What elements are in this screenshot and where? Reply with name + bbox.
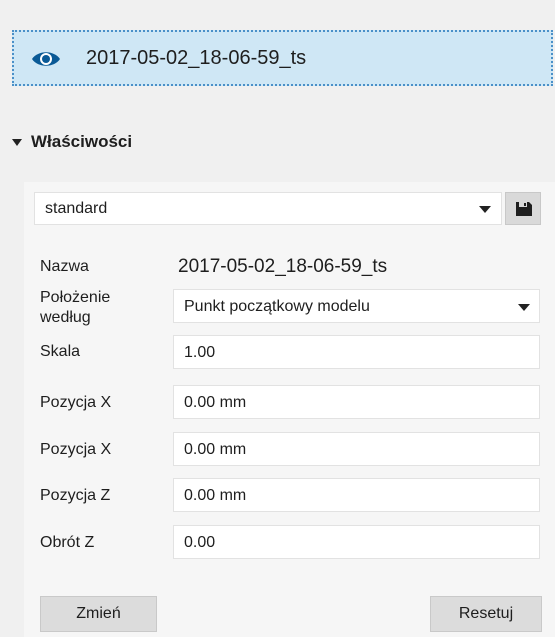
position-x-label: Pozycja X: [40, 394, 112, 411]
position-y-input[interactable]: 0.00 mm: [173, 432, 540, 466]
rotation-z-value: 0.00: [184, 534, 216, 551]
save-preset-button[interactable]: [505, 192, 541, 225]
save-icon: [516, 202, 532, 216]
position-by-label-line1: Położenie: [40, 289, 111, 306]
position-z-label: Pozycja Z: [40, 487, 111, 504]
position-by-dropdown[interactable]: Punkt początkowy modelu: [173, 289, 540, 323]
scale-label: Skala: [40, 343, 81, 360]
rotation-z-input[interactable]: 0.00: [173, 525, 540, 559]
section-title: Właściwości: [31, 132, 133, 151]
position-x-value: 0.00 mm: [184, 394, 247, 411]
preset-dropdown[interactable]: standard: [34, 192, 502, 225]
position-by-label-line2: według: [40, 309, 91, 326]
position-z-value: 0.00 mm: [184, 487, 247, 504]
rotation-z-label: Obrót Z: [40, 534, 95, 551]
position-y-value: 0.00 mm: [184, 441, 247, 458]
chevron-down-icon[interactable]: [518, 304, 530, 311]
position-x-input[interactable]: 0.00 mm: [173, 385, 540, 419]
caret-down-icon[interactable]: [12, 139, 22, 146]
name-value: 2017-05-02_18-06-59_ts: [178, 256, 388, 277]
name-label: Nazwa: [40, 258, 89, 275]
reset-button[interactable]: Resetuj: [430, 596, 542, 632]
object-name: 2017-05-02_18-06-59_ts: [86, 47, 307, 69]
top-bar: [0, 0, 555, 18]
position-y-label: Pozycja X: [40, 441, 112, 458]
chevron-down-icon[interactable]: [479, 206, 491, 213]
scale-input[interactable]: 1.00: [173, 335, 540, 369]
eye-icon[interactable]: [31, 49, 61, 69]
change-button[interactable]: Zmień: [40, 596, 157, 632]
preset-value: standard: [45, 200, 108, 217]
scale-value: 1.00: [184, 344, 216, 361]
position-z-input[interactable]: 0.00 mm: [173, 478, 540, 512]
position-by-value: Punkt początkowy modelu: [184, 298, 370, 315]
object-list-item[interactable]: 2017-05-02_18-06-59_ts: [12, 30, 553, 86]
